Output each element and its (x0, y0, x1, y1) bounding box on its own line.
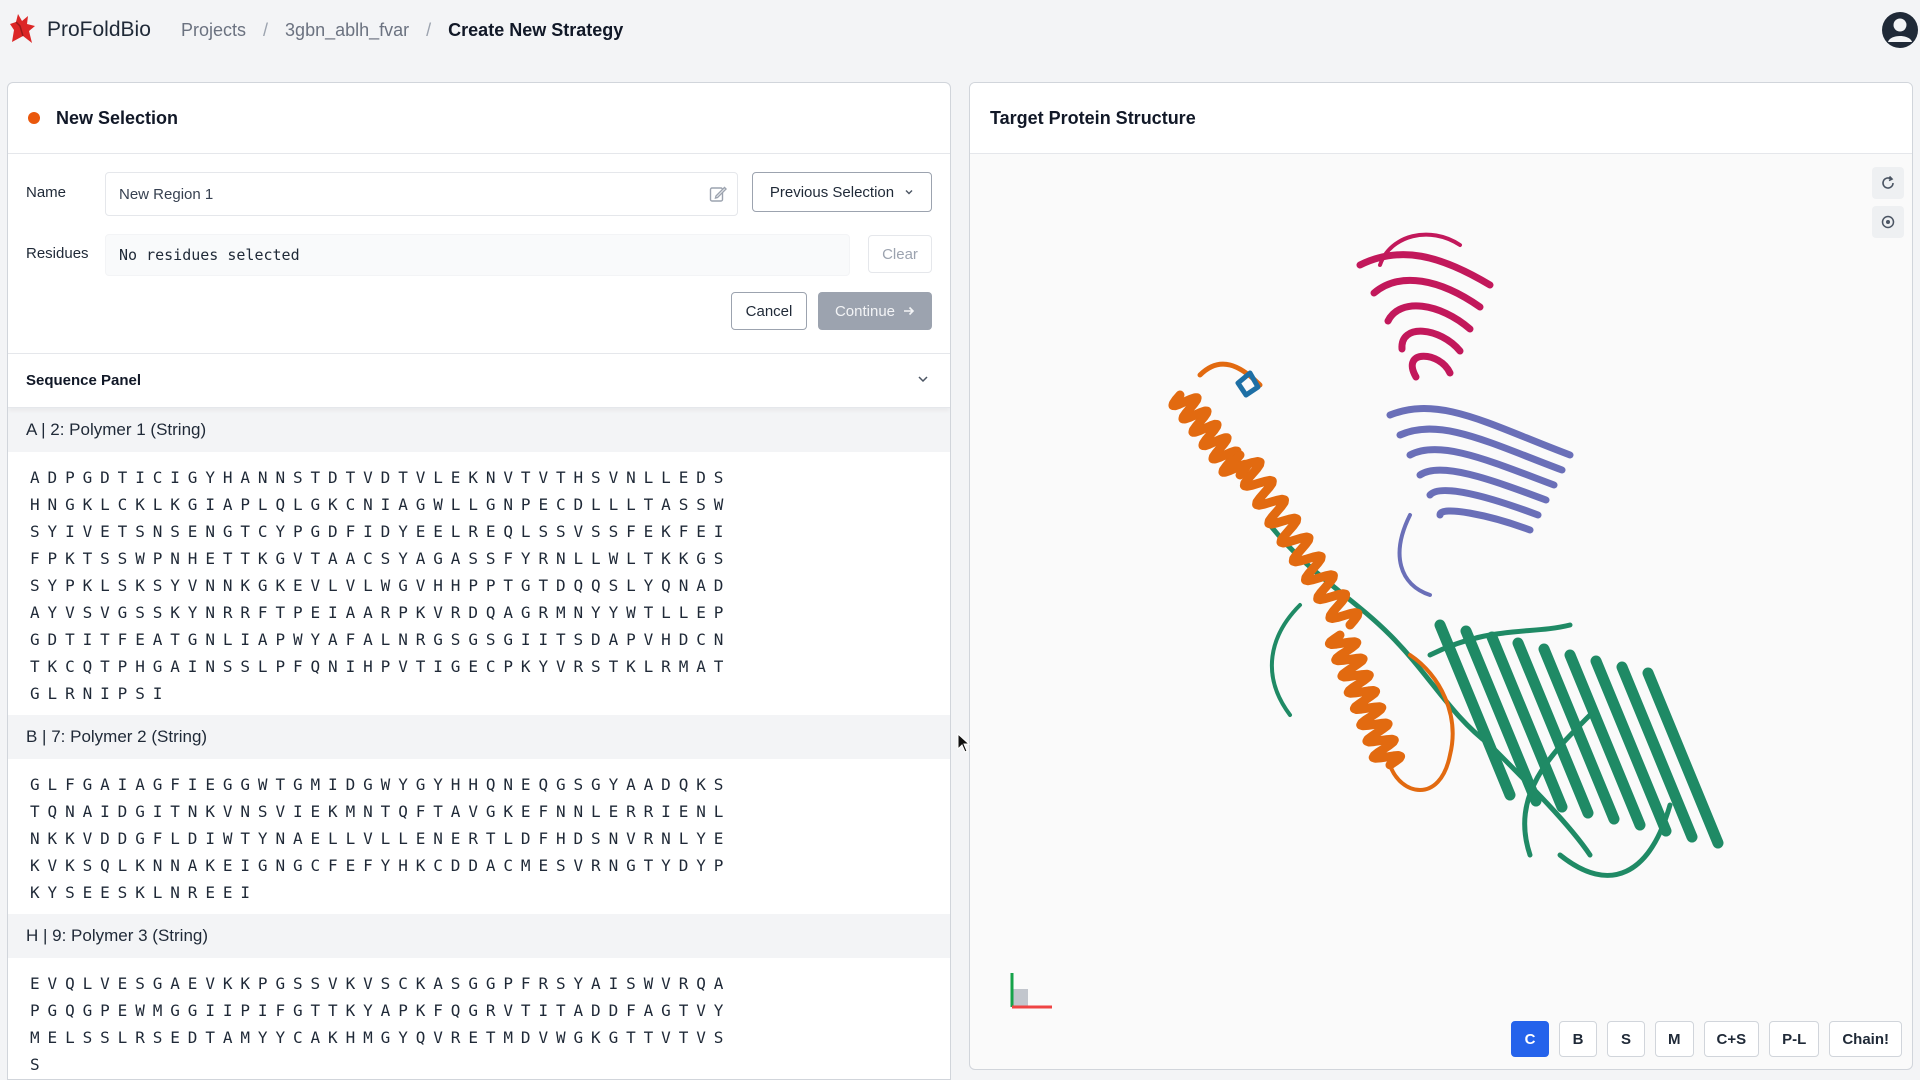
chain-magenta-strand (1384, 302, 1474, 333)
chain-sequence[interactable]: EVQLVESGAEVKKPGSSVKVSCKASGGPFRSYAISWVRQA… (8, 958, 950, 1079)
representation-button-7[interactable]: Chain! (1829, 1021, 1902, 1057)
chain-green-loop (1269, 603, 1302, 717)
cancel-button[interactable]: Cancel (731, 292, 807, 330)
name-label: Name (26, 184, 67, 201)
residues-field[interactable]: No residues selected (105, 234, 850, 276)
chain-sequence[interactable]: GLFGAIAGFIEGGWTGMIDGWYGYHHQNEQGSGYAADQKS… (8, 759, 950, 914)
sequence-line[interactable]: HNGKLCKLKGIAPLQLGKCNIAGWLLGNPECDLLLTASSW (30, 491, 950, 518)
breadcrumb-project[interactable]: 3gbn_ablh_fvar (285, 20, 409, 41)
chain-orange-helix (1227, 450, 1363, 630)
breadcrumb-separator: / (426, 20, 432, 40)
residues-label: Residues (26, 245, 89, 262)
sequence-list: A | 2: Polymer 1 (String) ADPGDTICIGYHANN… (8, 408, 950, 1079)
previous-selection-label: Previous Selection (769, 183, 895, 201)
protein-structure-render[interactable] (970, 155, 1913, 1070)
selection-panel: New Selection Name New Region 1 Previous… (7, 82, 951, 1080)
top-bar: ProFoldBio Projects / 3gbn_ablh_fvar / C… (0, 0, 1920, 62)
breadcrumb: Projects / 3gbn_ablh_fvar / Create New S… (181, 20, 623, 41)
chevron-down-icon (918, 376, 928, 383)
user-avatar-icon[interactable] (1880, 10, 1920, 50)
representation-button-1[interactable]: C (1511, 1021, 1550, 1057)
continue-label: Continue (834, 302, 896, 320)
chain-header: A | 2: Polymer 1 (String) (8, 408, 950, 452)
logo-icon[interactable] (8, 12, 38, 46)
chain-orange-loop (1388, 653, 1455, 792)
representation-button-2[interactable]: B (1559, 1021, 1598, 1057)
structure-panel: Target Protein Structure C B S M C+S P-L Chain… (969, 82, 1913, 1070)
clear-button[interactable]: Clear (868, 235, 932, 273)
sequence-line[interactable]: ADPGDTICIGYHANNSTDTVDTVLEKNVTVTHSVNLLEDS (30, 464, 950, 491)
selection-header: New Selection (8, 83, 950, 154)
representation-button-5[interactable]: C+S (1703, 1021, 1760, 1057)
representation-button-4[interactable]: M (1655, 1021, 1694, 1057)
selection-title: New Selection (56, 107, 179, 128)
sequence-line[interactable]: GDTITFEATGNLIAPWYAFALNRGSGSGIITSDAPVHDCN (30, 626, 950, 653)
chain-sequence[interactable]: ADPGDTICIGYHANNSTDTVDTVLEKNVTVTHSVNLLEDS… (8, 452, 950, 715)
sequence-panel-title: Sequence Panel (26, 372, 142, 389)
sequence-line[interactable]: KVKSQLKNNAKEIGNGCFEFYHKCDDACMESVRNGTYDYP (30, 852, 950, 879)
sequence-line[interactable]: TQNAIDGITNKVNSVIEKMNTQFTAVGKEFNNLERRIENL (30, 798, 950, 825)
sequence-line[interactable]: SYIVETSNSENGTCYPGDFIDYEELREQLSSVSSFEKFEI (30, 518, 950, 545)
chevron-down-icon (905, 190, 913, 195)
sequence-panel-toggle[interactable]: Sequence Panel (8, 354, 950, 408)
sequence-line[interactable]: GLRNIPSI (30, 680, 950, 707)
sequence-line[interactable]: SYPKLSKSYVNNKGKEVLVLWGVHHPPTGTDQQSLYQNAD (30, 572, 950, 599)
sequence-line[interactable]: MELSSLRSEDTAMYYCAKHMGYQVRETMDVWGKGTTVTVS (30, 1024, 950, 1051)
name-input[interactable]: New Region 1 (105, 172, 738, 216)
mouse-cursor-icon (957, 733, 971, 753)
chain-orange-helix (1324, 630, 1406, 770)
representation-button-3[interactable]: S (1607, 1021, 1646, 1057)
sequence-line[interactable]: PGQGPEWMGGIIPIFGTTKYAPKFQGRVTITADDFAGTVY (30, 997, 950, 1024)
chain-magenta-strand (1398, 327, 1464, 355)
arrow-right-icon (904, 306, 915, 316)
sequence-line[interactable]: KYSEESKLNREEI (30, 879, 950, 906)
sequence-line[interactable]: AYVSVGSSKYNRRFTPEIAARPKVRDQAGRMNYYWTLLEP (30, 599, 950, 626)
axes-orientation-icon (1010, 973, 1052, 1009)
representation-toolbar: C B S M C+S P-L Chain! (1511, 1021, 1902, 1057)
selection-form: Name New Region 1 Previous Selection Res… (8, 154, 950, 354)
representation-button-6[interactable]: P-L (1769, 1021, 1820, 1057)
breadcrumb-separator: / (263, 20, 269, 40)
chain-header: B | 7: Polymer 2 (String) (8, 715, 950, 759)
previous-selection-dropdown[interactable]: Previous Selection (752, 172, 932, 212)
chain-purple-strand (1436, 507, 1534, 534)
chain-header: H | 9: Polymer 3 (String) (8, 914, 950, 958)
structure-title: Target Protein Structure (970, 83, 1912, 154)
structure-viewer[interactable]: C B S M C+S P-L Chain! (970, 155, 1913, 1070)
sequence-line[interactable]: GLFGAIAGFIEGGWTGMIDGWYGYHHQNEQGSGYAADQKS (30, 771, 950, 798)
chain-purple-loop (1397, 513, 1432, 597)
chain-magenta-strand (1408, 352, 1454, 381)
edit-icon[interactable] (709, 185, 727, 203)
residues-value: No residues selected (119, 246, 300, 264)
breadcrumb-projects[interactable]: Projects (181, 20, 246, 41)
status-dot-icon (28, 112, 40, 124)
sequence-line[interactable]: EVQLVESGAEVKKPGSSVKVSCKASGGPFRSYAISWVRQA (30, 970, 950, 997)
page-title: Create New Strategy (448, 20, 624, 40)
sequence-line[interactable]: FPKTSSWPNHETTKGVTAACSYAGASSFYRNLLWLTKKGS (30, 545, 950, 572)
ligand-mark (1235, 370, 1261, 398)
sequence-line[interactable]: TKCQTPHGAINSSLPFQNIHPVTIGECPKYVRSTKLRMAT (30, 653, 950, 680)
brand-name[interactable]: ProFoldBio (47, 18, 151, 42)
name-input-value: New Region 1 (119, 185, 214, 203)
sequence-line[interactable]: NKKVDDGFLDIWTYNAELLVLLENERTLDFHDSNVRNLYE (30, 825, 950, 852)
continue-button[interactable]: Continue (818, 292, 932, 330)
chain-magenta-strand (1370, 276, 1484, 311)
sequence-line[interactable]: S (30, 1051, 950, 1078)
